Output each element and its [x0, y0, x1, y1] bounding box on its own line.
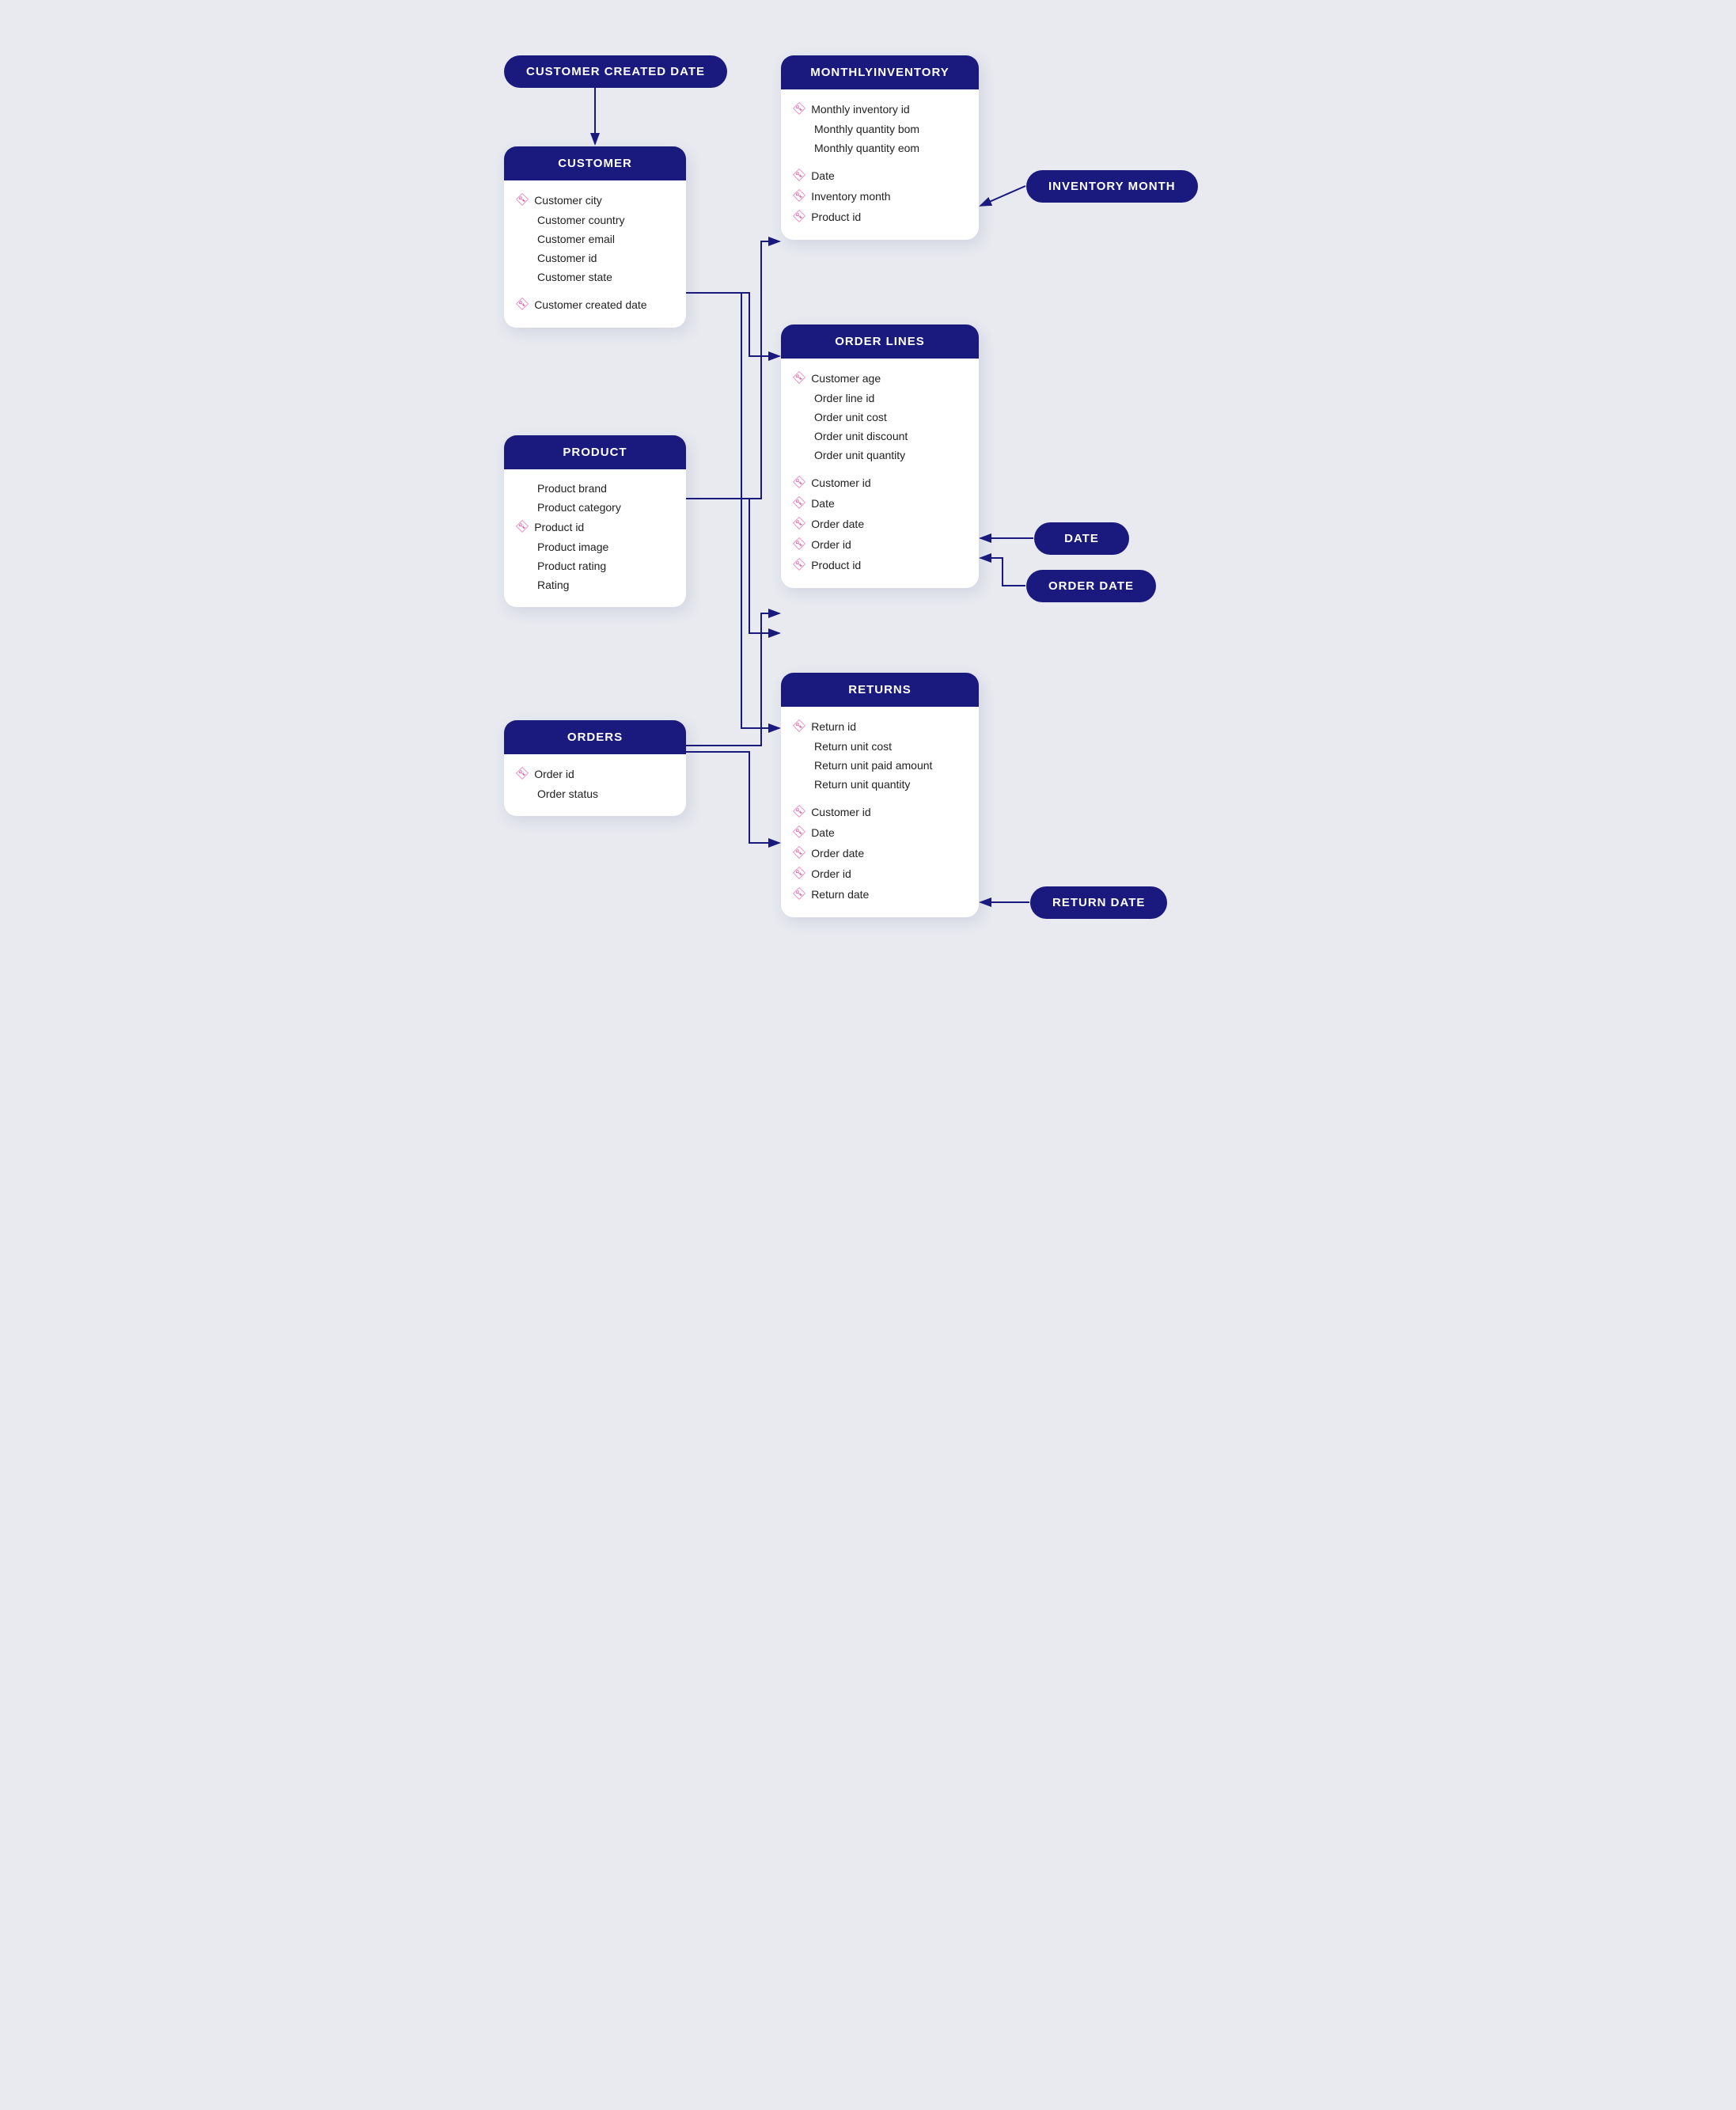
pill-return-date: RETURN DATE — [1030, 886, 1167, 919]
key-icon: ⚿ — [791, 718, 808, 734]
pill-date: DATE — [1034, 522, 1129, 555]
key-icon: ⚿ — [791, 536, 808, 552]
table-product: PRODUCT Product brand Product category ⚿… — [504, 435, 686, 607]
pill-customer-created-date: CUSTOMER CREATED DATE — [504, 55, 727, 88]
key-icon: ⚿ — [791, 556, 808, 573]
table-monthly-inventory: MONTHLYINVENTORY ⚿Monthly inventory id M… — [781, 55, 979, 240]
key-icon: ⚿ — [514, 296, 531, 313]
key-icon: ⚿ — [514, 765, 531, 782]
table-order-lines: ORDER LINES ⚿Customer age Order line id … — [781, 324, 979, 588]
key-icon: ⚿ — [791, 844, 808, 861]
key-icon: ⚿ — [791, 803, 808, 820]
key-icon: ⚿ — [791, 886, 808, 902]
key-icon: ⚿ — [514, 192, 531, 208]
pill-inventory-month: INVENTORY MONTH — [1026, 170, 1198, 203]
key-icon: ⚿ — [791, 167, 808, 184]
table-returns: RETURNS ⚿Return id Return unit cost Retu… — [781, 673, 979, 917]
key-icon: ⚿ — [791, 515, 808, 532]
key-icon: ⚿ — [791, 101, 808, 117]
table-orders: ORDERS ⚿Order id Order status — [504, 720, 686, 816]
pill-order-date: ORDER DATE — [1026, 570, 1156, 602]
key-icon: ⚿ — [791, 865, 808, 882]
key-icon: ⚿ — [514, 518, 531, 535]
key-icon: ⚿ — [791, 370, 808, 386]
key-icon: ⚿ — [791, 824, 808, 841]
key-icon: ⚿ — [791, 188, 808, 204]
key-icon: ⚿ — [791, 208, 808, 225]
table-customer: CUSTOMER ⚿Customer city Customer country… — [504, 146, 686, 328]
key-icon: ⚿ — [791, 495, 808, 511]
key-icon: ⚿ — [791, 474, 808, 491]
